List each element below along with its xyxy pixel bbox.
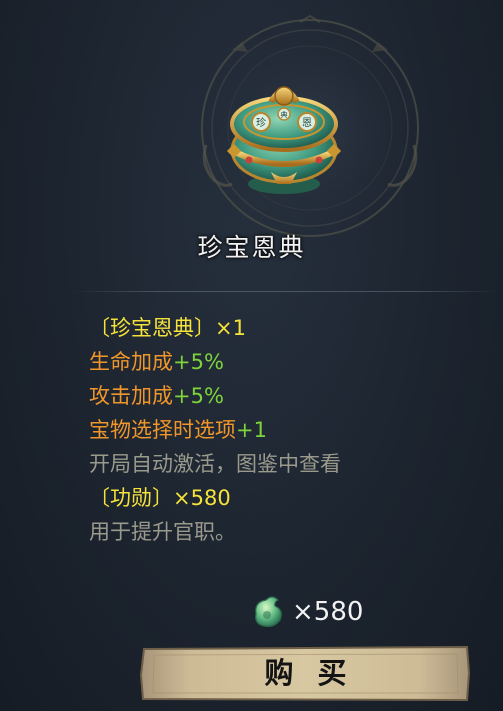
pot-inscription-char: 典 [281,110,288,119]
option-bonus-value: +1 [236,418,267,442]
merit-line: 〔功勋〕×580 [89,486,231,510]
price-amount: ×580 [292,597,364,627]
buy-button[interactable]: 购买 [140,645,471,702]
item-description: 〔珍宝恩典〕×1 生命加成+5% 攻击加成+5% 宝物选择时选项+1 开局自动激… [89,311,489,549]
jade-currency-icon [255,596,282,627]
life-bonus-label: 生命加成 [89,350,173,374]
attack-bonus-value: +5% [173,384,224,408]
option-bonus-line: 宝物选择时选项+1 [89,413,489,447]
activation-note: 开局自动激活，图鉴中查看 [89,452,341,476]
buy-button-label: 购买 [264,656,371,690]
life-bonus-value: +5% [173,350,224,374]
attack-bonus-label: 攻击加成 [89,384,173,408]
divider [70,291,500,292]
item-name: 珍宝恩典 [197,233,306,262]
usage-note: 用于提升官职。 [89,520,236,544]
life-bonus-line: 生命加成+5% [89,345,489,379]
pot-inscription-char: 珍 [256,117,266,129]
reward-title-line: 〔珍宝恩典〕×1 [89,316,246,340]
attack-bonus-line: 攻击加成+5% [89,379,489,413]
price: ×580 [248,594,388,630]
option-bonus-label: 宝物选择时选项 [89,418,236,442]
treasure-pot-icon: 珍 恩 典 [226,86,342,194]
pot-inscription-char: 恩 [302,117,312,129]
